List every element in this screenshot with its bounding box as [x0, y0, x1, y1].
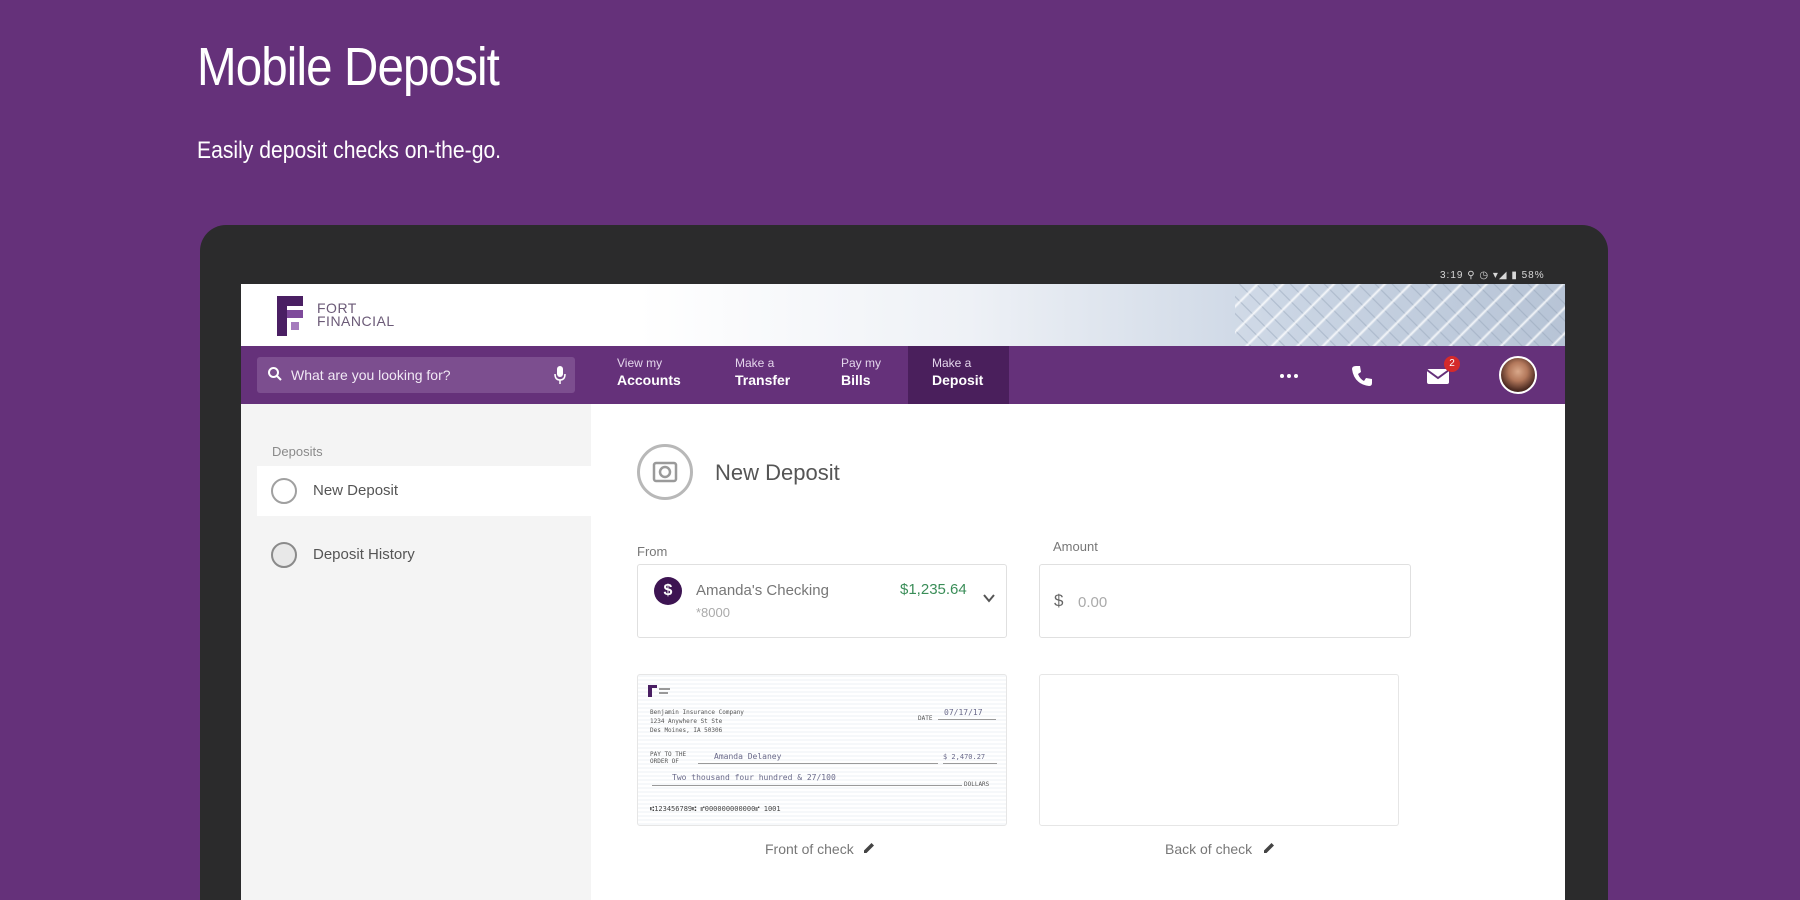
page-title: New Deposit	[715, 460, 840, 485]
account-balance: $1,235.64	[900, 581, 967, 598]
check-issuer-line3: Des Moines, IA 50306	[650, 727, 723, 734]
sidebar-item-new-deposit[interactable]: New Deposit	[257, 466, 591, 516]
hero-title: Mobile Deposit	[197, 37, 500, 97]
nav-make-transfer[interactable]: Make a Transfer	[735, 346, 835, 404]
check-dollars-label: DOLLARS	[964, 781, 990, 788]
nav-item-line2: Deposit	[932, 372, 984, 388]
check-bank-logo	[648, 685, 670, 697]
back-of-check-caption: Back of check	[1165, 841, 1253, 857]
from-account-select[interactable]: $ Amanda's Checking *8000 $1,235.64	[637, 564, 1007, 638]
nav-make-deposit[interactable]: Make a Deposit	[908, 346, 1009, 404]
sidebar-title: Deposits	[272, 444, 323, 459]
fort-financial-logo[interactable]	[277, 296, 311, 336]
more-icon[interactable]	[1275, 362, 1303, 390]
history-icon	[271, 542, 297, 568]
nav-item-line1: Make a	[735, 356, 775, 370]
messages-badge: 2	[1444, 356, 1460, 372]
user-avatar[interactable]	[1499, 356, 1537, 394]
check-payto-label: PAY TO THE ORDER OF	[650, 751, 687, 765]
check-issuer-line2: 1234 Anywhere St Ste	[650, 718, 723, 725]
app-screen: FORT FINANCIAL What are you looking for?…	[241, 284, 1565, 900]
sidebar: Deposits New Deposit Deposit History	[241, 404, 591, 900]
amount-label: Amount	[1053, 539, 1098, 554]
front-of-check-caption: Front of check	[765, 841, 854, 857]
amount-field[interactable]: $ 0.00	[1039, 564, 1411, 638]
check-micr-line: ⑆123456789⑆ ⑈000000000000⑈ 1001	[650, 805, 781, 813]
from-label: From	[637, 544, 668, 559]
nav-view-accounts[interactable]: View my Accounts	[617, 346, 717, 404]
camera-icon	[271, 478, 297, 504]
brand-name-line2: FINANCIAL	[317, 313, 395, 329]
app-header: FORT FINANCIAL	[241, 284, 1565, 346]
main-nav: What are you looking for? View my Accoun…	[241, 346, 1565, 404]
sidebar-item-label: New Deposit	[313, 482, 399, 499]
check-amount-words: Two thousand four hundred & 27/100	[672, 773, 836, 782]
sidebar-item-label: Deposit History	[313, 546, 415, 563]
check-date-value: 07/17/17	[944, 708, 983, 717]
currency-symbol: $	[1054, 591, 1064, 610]
check-amount-value: $ 2,470.27	[943, 753, 986, 761]
nav-item-line2: Accounts	[617, 372, 681, 388]
camera-icon	[637, 444, 693, 500]
back-of-check-placeholder[interactable]	[1039, 674, 1399, 826]
search-bar[interactable]: What are you looking for?	[257, 357, 575, 393]
search-icon	[268, 367, 282, 381]
check-payee: Amanda Delaney	[714, 752, 782, 761]
search-input[interactable]: What are you looking for?	[291, 367, 451, 383]
pencil-icon[interactable]	[861, 840, 877, 856]
account-number: *8000	[696, 605, 730, 620]
chevron-down-icon[interactable]	[982, 591, 996, 605]
hero-subtitle: Easily deposit checks on-the-go.	[197, 137, 502, 164]
phone-icon[interactable]	[1348, 362, 1376, 390]
amount-input[interactable]: 0.00	[1078, 594, 1107, 611]
pencil-icon[interactable]	[1261, 840, 1277, 856]
nav-item-line1: Make a	[932, 356, 972, 370]
microphone-icon[interactable]	[553, 365, 567, 385]
check-date-label: DATE	[918, 715, 933, 722]
dollar-icon: $	[654, 577, 682, 605]
check-issuer-line1: Benjamin Insurance Company	[650, 709, 744, 716]
status-bar: 3:19 ⚲ ◷ ▾◢ ▮ 58%	[1440, 270, 1545, 281]
account-name: Amanda's Checking	[696, 582, 829, 599]
brand-name: FORT FINANCIAL	[317, 301, 395, 329]
sidebar-item-deposit-history[interactable]: Deposit History	[257, 530, 591, 580]
nav-item-line1: View my	[617, 356, 663, 370]
header-building-image	[1235, 284, 1565, 346]
deposit-form: New Deposit From $ Amanda's Checking *80…	[591, 404, 1565, 900]
nav-item-line2: Transfer	[735, 372, 791, 388]
front-of-check-image[interactable]: Benjamin Insurance Company 1234 Anywhere…	[637, 674, 1007, 826]
